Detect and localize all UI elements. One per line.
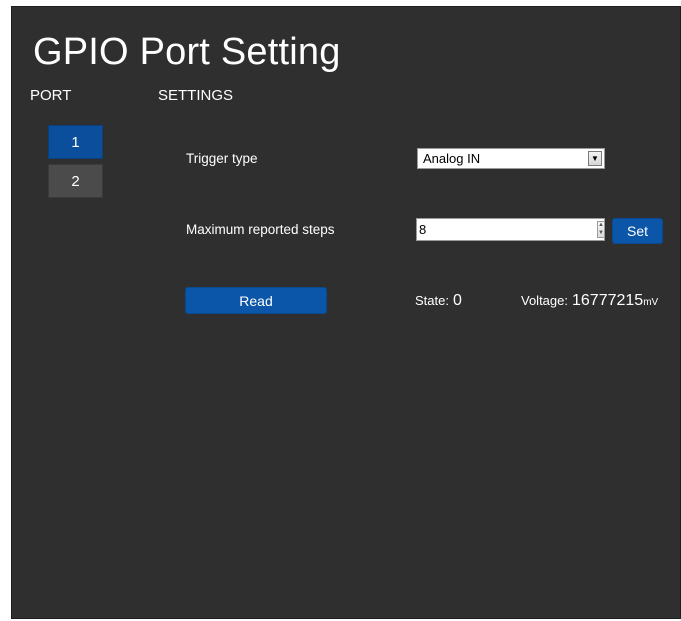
state-value: 0 (452, 292, 462, 309)
settings-column-header: SETTINGS (158, 87, 234, 104)
read-button[interactable]: Read (185, 287, 327, 314)
state-readout: State: 0 (415, 292, 462, 310)
set-button[interactable]: Set (612, 218, 663, 244)
voltage-readout: Voltage: 16777215mV (521, 292, 658, 310)
gpio-settings-panel: GPIO Port Setting PORT SETTINGS 1 2 Trig… (11, 6, 681, 619)
state-label: State: (415, 293, 449, 308)
chevron-down-icon[interactable]: ▼ (588, 151, 602, 166)
caret-down-icon[interactable]: ▼ (598, 230, 604, 238)
stepper-controls[interactable]: ▲ ▼ (597, 221, 605, 238)
trigger-type-label: Trigger type (186, 151, 258, 166)
port-1-label: 1 (71, 133, 80, 151)
port-1-button[interactable]: 1 (48, 125, 103, 159)
voltage-label: Voltage: (521, 293, 568, 308)
port-column-header: PORT (30, 87, 72, 104)
port-2-label: 2 (71, 172, 80, 190)
max-steps-input[interactable] (417, 220, 597, 239)
page-title: GPIO Port Setting (33, 31, 341, 73)
port-2-button[interactable]: 2 (48, 164, 103, 198)
voltage-value: 16777215 (572, 292, 644, 309)
voltage-unit: mV (643, 297, 659, 308)
trigger-type-select[interactable]: Analog IN ▼ (417, 148, 605, 169)
caret-up-icon[interactable]: ▲ (598, 222, 604, 230)
trigger-type-value: Analog IN (423, 151, 481, 166)
max-steps-label: Maximum reported steps (186, 222, 335, 237)
max-steps-stepper[interactable]: ▲ ▼ (416, 218, 605, 241)
